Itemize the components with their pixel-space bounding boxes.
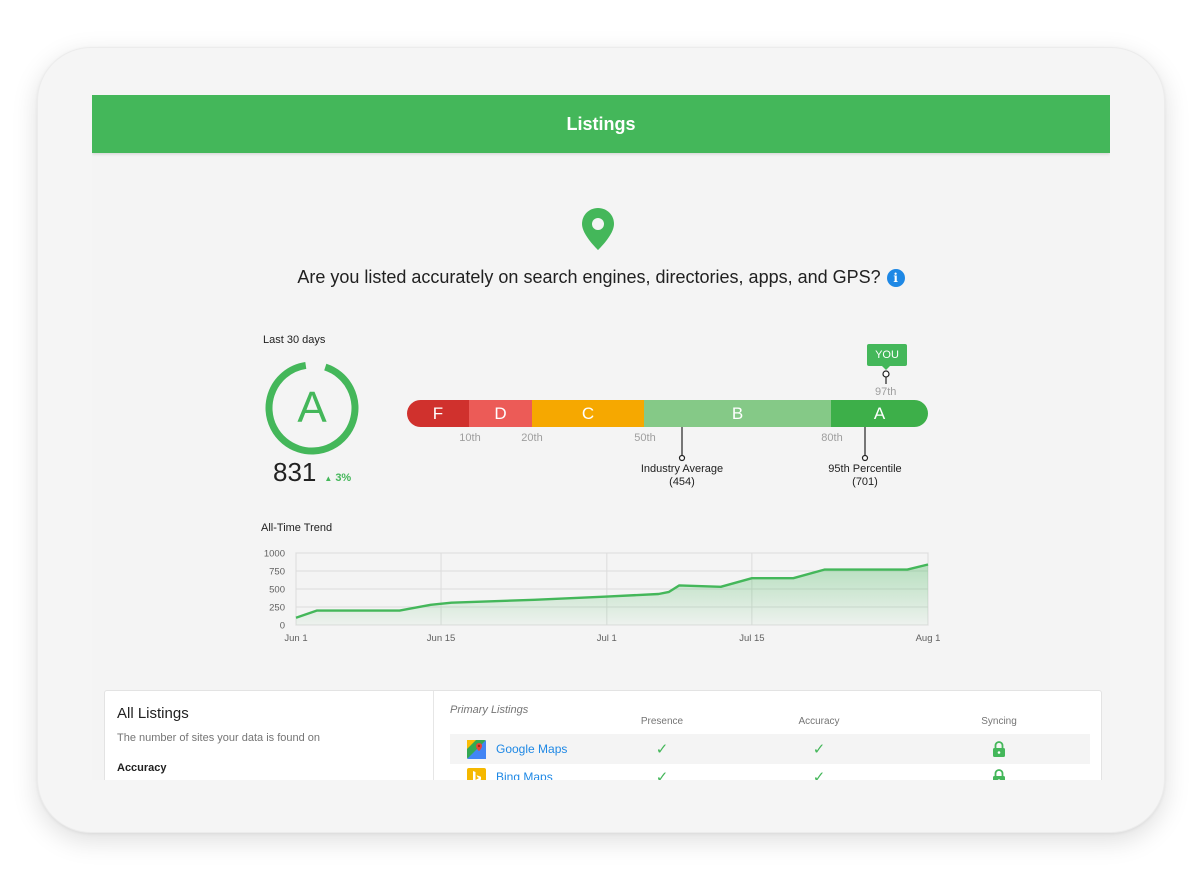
- you-badge: YOU: [867, 344, 907, 366]
- column-accuracy: Accuracy: [798, 716, 840, 727]
- listing-row[interactable]: Bing Maps ✓ ✓: [450, 762, 1090, 780]
- column-syncing: Syncing: [981, 716, 1017, 727]
- hero-question: Are you listed accurately on search engi…: [92, 267, 1110, 288]
- up-arrow-icon: ▲: [324, 474, 333, 483]
- you-percentile: 97th: [875, 386, 897, 398]
- grade-segment-a: A: [831, 400, 928, 427]
- x-tick-label: Aug 1: [916, 633, 941, 643]
- y-tick-label: 0: [280, 621, 285, 632]
- trend-area: [296, 564, 928, 625]
- grade-segment-d: D: [469, 400, 532, 427]
- y-tick-label: 500: [269, 585, 285, 596]
- info-icon[interactable]: i: [886, 269, 905, 287]
- page-title: Listings: [566, 113, 636, 134]
- grade-letter: A: [297, 383, 327, 432]
- check-icon: ✓: [655, 769, 669, 780]
- listing-site-link[interactable]: Google Maps: [496, 742, 567, 756]
- location-pin-icon: [582, 208, 614, 250]
- score-row: 831 ▲ 3%: [273, 457, 351, 488]
- score-value: 831: [273, 457, 317, 487]
- listings-card: All Listings The number of sites your da…: [104, 690, 1102, 780]
- google-maps-logo: [467, 739, 486, 759]
- score-delta: ▲ 3%: [324, 472, 351, 484]
- listings-subtitle: The number of sites your data is found o…: [117, 732, 321, 744]
- column-presence: Presence: [640, 716, 684, 727]
- x-tick-label: Jun 1: [284, 633, 307, 643]
- tick-label: 10th: [459, 432, 481, 444]
- delta-value: 3%: [335, 472, 352, 484]
- industry-average-label: Industry Average (454): [622, 463, 742, 489]
- tick-label: 80th: [821, 432, 843, 444]
- industry-average-marker: [678, 427, 686, 462]
- app-header: Listings: [92, 95, 1110, 153]
- grade-scale-bar: F D C B A: [407, 400, 928, 427]
- period-label: Last 30 days: [263, 334, 326, 346]
- lock-icon: [993, 741, 1005, 757]
- x-tick-label: Jul 15: [739, 633, 764, 643]
- percentile-95-title: 95th Percentile: [828, 463, 902, 475]
- trend-chart: 1000 750 500 250 0Jun 1 Jun 15 Jul 1 Jul 15 Aug …: [264, 549, 941, 644]
- grade-segment-f: F: [407, 400, 469, 427]
- check-icon: ✓: [655, 741, 669, 758]
- x-tick-label: Jun 15: [427, 633, 456, 643]
- y-tick-label: 750: [269, 567, 285, 578]
- y-tick-label: 1000: [264, 549, 285, 560]
- percentile-95-marker: [861, 427, 869, 462]
- check-icon: ✓: [812, 769, 826, 780]
- industry-average-title: Industry Average: [640, 463, 724, 475]
- accuracy-heading: Accuracy: [117, 762, 167, 774]
- check-icon: ✓: [812, 741, 826, 758]
- question-text: Are you listed accurately on search engi…: [297, 267, 881, 287]
- listings-summary: All Listings The number of sites your da…: [105, 691, 434, 780]
- percentile-95-value: (701): [852, 476, 878, 488]
- percentile-95-label: 95th Percentile (701): [805, 463, 925, 489]
- y-tick-label: 250: [269, 603, 285, 614]
- listing-row[interactable]: Google Maps ✓ ✓: [450, 734, 1090, 764]
- tick-label: 20th: [521, 432, 543, 444]
- tick-label: 50th: [634, 432, 656, 444]
- x-tick-label: Jul 1: [597, 633, 617, 643]
- trend-title: All-Time Trend: [261, 522, 333, 534]
- listing-site-link[interactable]: Bing Maps: [496, 770, 553, 780]
- app-screen: Listings Are you listed accurately on se…: [92, 95, 1110, 780]
- listings-title: All Listings: [117, 705, 189, 722]
- bing-maps-logo: [467, 767, 486, 780]
- lock-icon: [993, 769, 1005, 780]
- primary-listings-label: Primary Listings: [450, 704, 529, 716]
- grade-segment-b: B: [644, 400, 831, 427]
- industry-average-value: (454): [669, 476, 695, 488]
- grade-segment-c: C: [532, 400, 644, 427]
